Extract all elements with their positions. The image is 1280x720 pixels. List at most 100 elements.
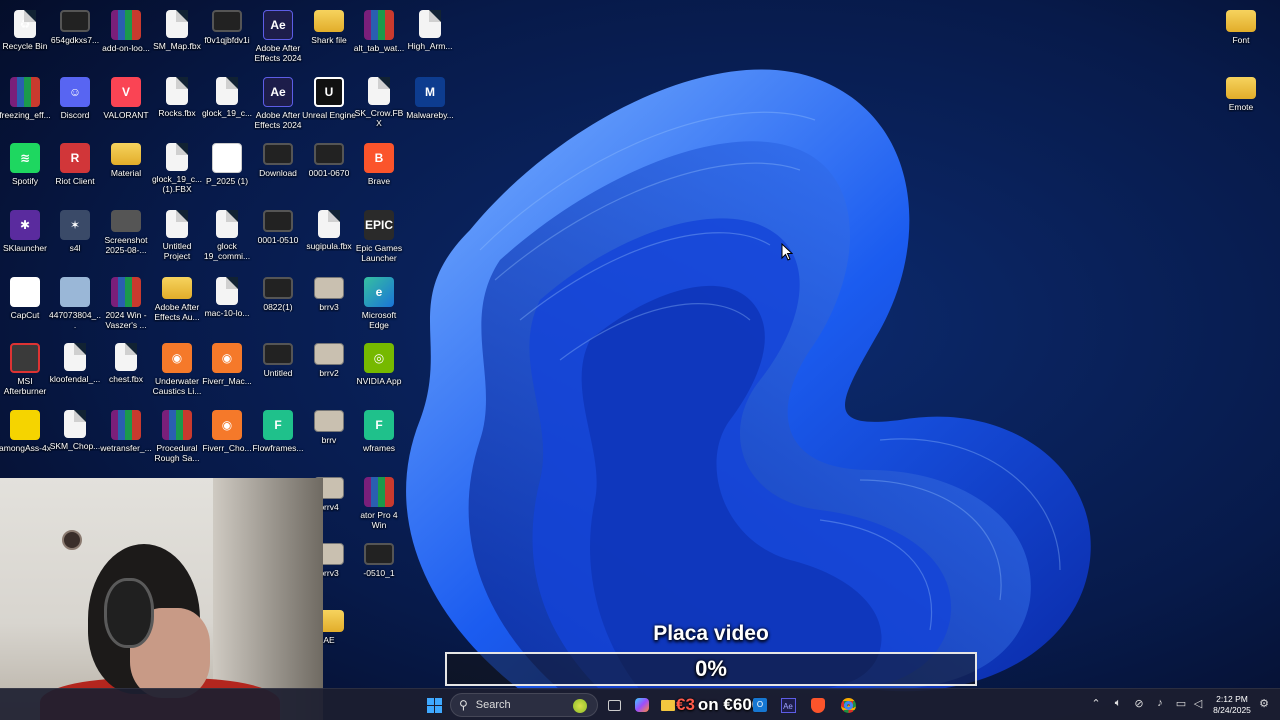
desktop-icon-label: CapCut — [10, 310, 40, 320]
desktop-icon[interactable]: B Brave — [354, 137, 404, 186]
desktop-icon[interactable]: M Malwareby... — [405, 71, 455, 120]
desktop-icon[interactable]: 0822(1) — [253, 271, 303, 312]
desktop-icon[interactable]: EPIC Epic Games Launcher — [354, 204, 404, 263]
copilot-button[interactable] — [630, 693, 654, 717]
desktop-icon-label: Malwareby... — [406, 110, 454, 120]
brave-taskbar-button[interactable] — [806, 693, 830, 717]
desktop-icon[interactable]: amongAss-4x — [0, 404, 51, 453]
desktop-icon[interactable]: Screenshot 2025-08-... — [101, 204, 151, 255]
desktop-icon[interactable]: R Riot Client — [50, 137, 100, 186]
desktop-icon[interactable]: wetransfer_... — [100, 404, 152, 453]
winrar-icon — [111, 410, 141, 440]
desktop-icon[interactable]: ✱ SKlauncher — [0, 204, 50, 253]
desktop-icon[interactable]: SK_Crow.FBX — [354, 71, 404, 128]
desktop-icon[interactable]: Adobe After Effects Au... — [152, 271, 202, 322]
desktop-icon-label: wframes — [362, 443, 396, 453]
desktop-icon[interactable]: ◉ Underwater Caustics Li... — [152, 337, 202, 396]
desktop-icon[interactable]: 654gdkxs7... — [50, 4, 100, 45]
desktop-icon[interactable]: SM_Map.fbx — [152, 4, 202, 51]
clock-time: 2:12 PM — [1216, 694, 1248, 704]
taskbar-search[interactable]: ⚲ Search — [450, 693, 598, 717]
chrome-taskbar-button[interactable] — [836, 693, 860, 717]
desktop-icon[interactable]: -0510_1 — [354, 537, 404, 578]
desktop-icon[interactable]: glock_19_c... (1).FBX — [152, 137, 202, 194]
desktop-icon[interactable]: Ae Adobe After Effects 2024 — [253, 71, 303, 130]
desktop-icon[interactable]: F Flowframes... — [252, 404, 304, 453]
desktop-icon[interactable]: Untitled Project — [152, 204, 202, 261]
desktop-icon[interactable]: 0001-0670 — [304, 137, 354, 178]
desktop-icon[interactable]: ≋ Spotify — [0, 137, 50, 186]
network-muted-icon[interactable]: ⊘ — [1131, 697, 1147, 710]
after-effects-icon: Ae — [263, 77, 293, 107]
after-effects-taskbar-button[interactable]: Ae — [776, 693, 800, 717]
desktop-icon[interactable]: 447073804_... — [49, 271, 101, 330]
desktop-icon[interactable]: Emote — [1216, 71, 1266, 112]
file-icon — [216, 277, 238, 305]
discord-icon: ☺ — [60, 77, 90, 107]
file-icon — [64, 343, 86, 371]
desktop-icon[interactable]: mac-10-lo... — [202, 271, 252, 318]
desktop-icon[interactable]: Ae Adobe After Effects 2024 — [253, 4, 303, 63]
desktop-icon[interactable]: Download — [253, 137, 303, 178]
volume-icon[interactable]: ◁ — [1190, 697, 1206, 710]
desktop-icon-label: Material — [110, 168, 142, 178]
taskbar-clock[interactable]: 2:12 PM 8/24/2025 — [1208, 694, 1256, 716]
desktop-icon[interactable]: add-on-loo... — [101, 4, 151, 53]
desktop-icon[interactable]: ☺ Discord — [50, 71, 100, 120]
desktop-icon[interactable]: brrv3 — [304, 271, 354, 312]
desktop-icon[interactable]: ♻ Recycle Bin — [0, 4, 50, 51]
desktop-icon[interactable]: ◉ Fiverr_Cho... — [202, 404, 252, 453]
desktop-icon[interactable]: glock 19_commi... — [202, 204, 252, 261]
desktop-icon-label: VALORANT — [103, 110, 149, 120]
desktop-icon[interactable]: ▼ P_2025 (1) — [202, 137, 252, 186]
notifications-icon[interactable]: ⚙ — [1256, 697, 1272, 710]
desktop-icon-label: Untitled Project — [162, 241, 192, 261]
valorant-icon: V — [111, 77, 141, 107]
desktop-icon[interactable]: Rocks.fbx — [152, 71, 202, 118]
desktop-icon[interactable]: ✶ s4l — [50, 204, 100, 253]
desktop-icon[interactable]: 2024 Win - Vaszer's ... — [101, 271, 151, 330]
desktop-icon[interactable]: High_Arm... — [405, 4, 455, 51]
desktop-icon[interactable]: ✂ CapCut — [0, 271, 50, 320]
desktop-icon-label: glock 19_commi... — [203, 241, 251, 261]
desktop-icon[interactable]: Shark file — [304, 4, 354, 45]
desktop-icon[interactable]: ◉ Fiverr_Mac... — [202, 337, 252, 386]
desktop-icon-label: Fiverr_Cho... — [202, 443, 252, 453]
network-icon[interactable]: ▭ — [1173, 697, 1189, 710]
progress-bar: 0% — [445, 652, 977, 686]
desktop-icon[interactable]: ◎ NVIDIA App — [354, 337, 404, 386]
desktop-icon[interactable]: Font — [1216, 4, 1266, 45]
desktop-icon-label: glock_19_c... — [201, 108, 253, 118]
desktop-icon[interactable]: kloofendal_... — [50, 337, 100, 384]
desktop-icon[interactable]: sugipula.fbx — [304, 204, 354, 251]
desktop-icon[interactable]: alt_tab_wat... — [354, 4, 404, 53]
desktop-icon-label: SM_Map.fbx — [153, 41, 201, 51]
desktop-icon[interactable]: Material — [101, 137, 151, 178]
show-hidden-icons-button[interactable]: ⌃ — [1088, 697, 1104, 710]
desktop-icon[interactable]: MSI Afterburner — [0, 337, 50, 396]
outlook-button[interactable]: O — [748, 693, 772, 717]
video-file-icon — [263, 210, 293, 232]
desktop-icon[interactable]: brrv — [304, 404, 354, 445]
desktop-icon[interactable]: glock_19_c... — [202, 71, 252, 118]
epic-games-icon: EPIC — [364, 210, 394, 240]
desktop-icon[interactable]: Fwframes — [354, 404, 404, 453]
desktop-icon[interactable]: Procedural Rough Sa... — [152, 404, 202, 463]
task-view-button[interactable] — [602, 693, 626, 717]
desktop-icon[interactable]: chest.fbx — [101, 337, 151, 384]
desktop-icon[interactable]: V VALORANT — [101, 71, 151, 120]
microphone-icon[interactable]: ♪ — [1152, 697, 1168, 709]
desktop-icon[interactable]: Untitled — [253, 337, 303, 378]
desktop-icon[interactable]: freezing_eff... — [0, 71, 51, 120]
desktop-icon[interactable]: SKM_Chop... — [50, 404, 100, 451]
speaker-icon[interactable]: 🔈︎ — [1110, 697, 1126, 710]
desktop-icon[interactable]: ator Pro 4 Win — [354, 471, 404, 530]
start-button[interactable] — [422, 693, 446, 717]
desktop-icon-label: Adobe After Effects Au... — [154, 302, 200, 322]
desktop-icon[interactable]: U Unreal Engine — [302, 71, 356, 120]
desktop-icon[interactable]: f0v1qjbfdv1i — [202, 4, 252, 45]
desktop-icon[interactable]: 0001-0510 — [253, 204, 303, 245]
desktop-icon[interactable]: brrv2 — [304, 337, 354, 378]
desktop-icon[interactable]: e Microsoft Edge — [354, 271, 404, 330]
winrar-icon — [364, 10, 394, 40]
